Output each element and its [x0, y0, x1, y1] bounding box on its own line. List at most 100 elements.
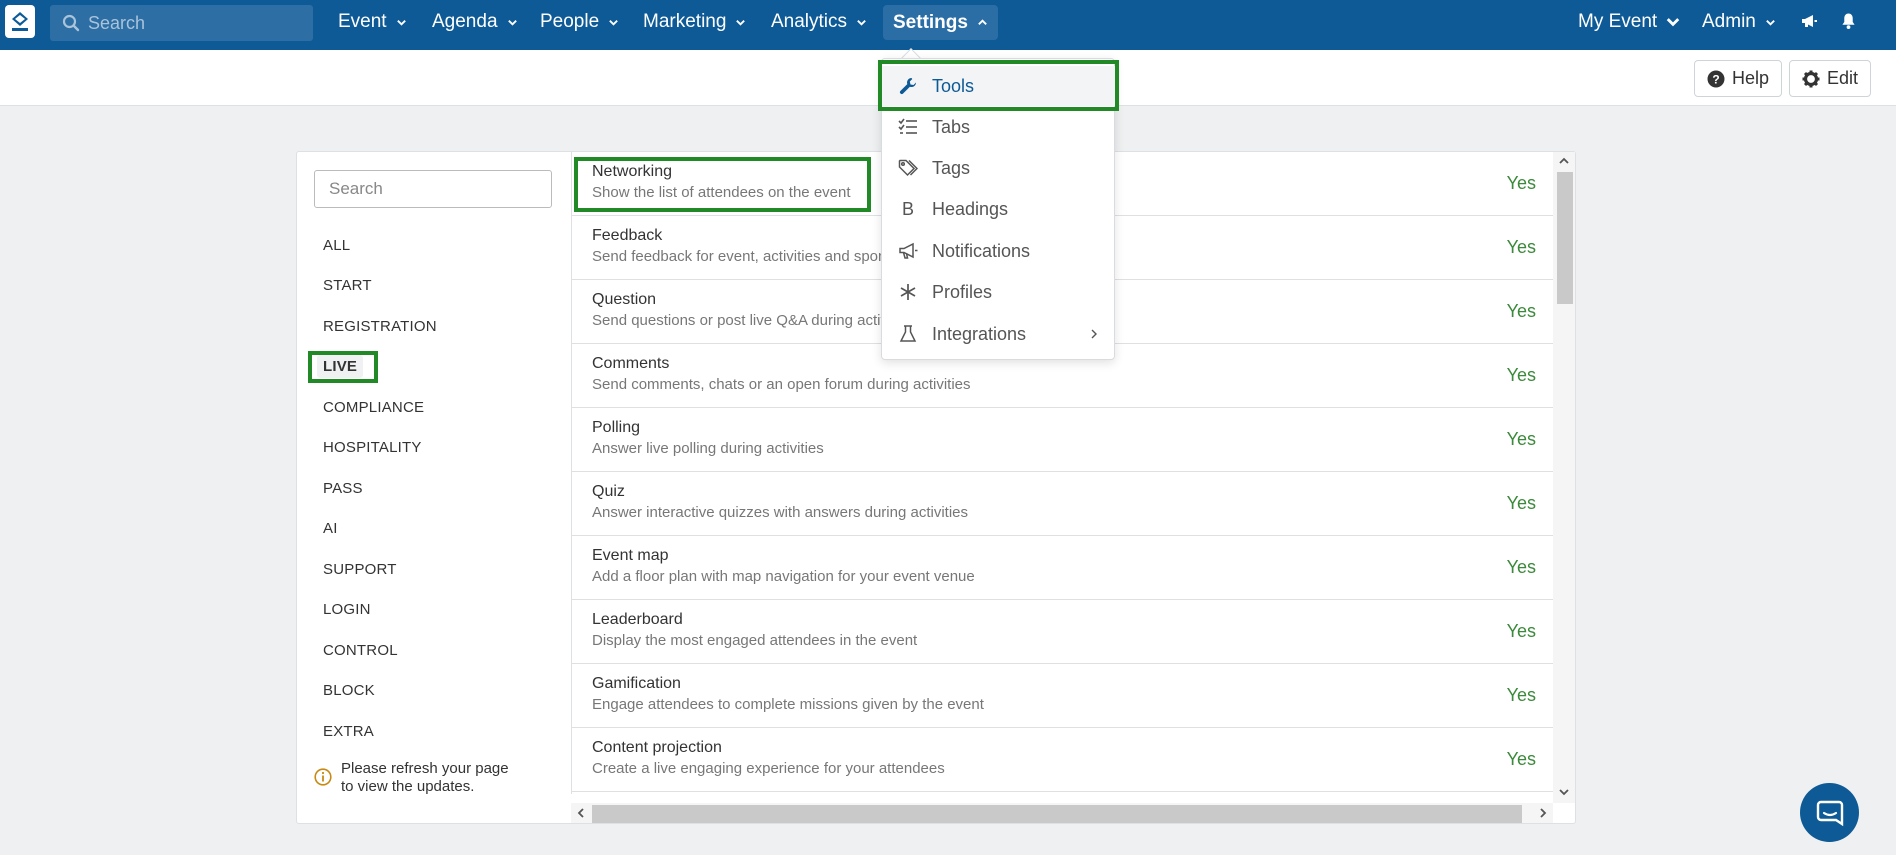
- nav-admin[interactable]: Admin: [1702, 0, 1776, 44]
- scroll-up-arrow-icon[interactable]: [1558, 155, 1570, 167]
- help-button-label: Help: [1732, 68, 1770, 88]
- menu-item-tools[interactable]: Tools: [881, 66, 1115, 106]
- category-support[interactable]: SUPPORT: [323, 561, 397, 578]
- nav-settings-label: Settings: [893, 11, 968, 33]
- feature-title: Feedback: [592, 227, 663, 244]
- nav-my-event-label: My Event: [1578, 11, 1658, 32]
- feature-desc: Answer live polling during activities: [592, 440, 824, 457]
- nav-agenda-label: Agenda: [432, 11, 498, 32]
- feature-desc: Show the list of attendees on the event: [592, 184, 851, 201]
- nav-marketing[interactable]: Marketing: [643, 0, 746, 44]
- feature-title: Networking: [592, 163, 673, 180]
- help-button[interactable]: ? Help: [1694, 60, 1783, 97]
- global-search-input[interactable]: [88, 12, 288, 34]
- chevron-down-icon: [609, 19, 618, 26]
- chevron-right-icon: [1091, 329, 1097, 339]
- nav-event-label: Event: [338, 11, 387, 32]
- asterisk-icon: [897, 281, 919, 303]
- edit-button[interactable]: Edit: [1789, 60, 1872, 97]
- menu-item-label: Tags: [932, 157, 971, 178]
- chevron-down-icon: [1766, 19, 1775, 26]
- feature-status[interactable]: Yes: [1507, 749, 1536, 770]
- app-logo[interactable]: [5, 5, 35, 38]
- nav-agenda[interactable]: Agenda: [432, 0, 518, 44]
- feature-desc: Engage attendees to complete missions gi…: [592, 696, 984, 713]
- feature-status[interactable]: Yes: [1507, 429, 1536, 450]
- scroll-left-arrow-icon[interactable]: [575, 807, 587, 819]
- vertical-scroll-thumb[interactable]: [1557, 172, 1573, 304]
- feature-status[interactable]: Yes: [1507, 557, 1536, 578]
- menu-item-label: Headings: [932, 198, 1009, 219]
- feature-desc: Add a floor plan with map navigation for…: [592, 568, 975, 585]
- category-extra[interactable]: EXTRA: [323, 723, 374, 740]
- feature-desc: Send comments, chats or an open forum du…: [592, 376, 971, 393]
- nav-analytics[interactable]: Analytics: [771, 0, 867, 44]
- logo-icon: [12, 11, 28, 31]
- feature-status[interactable]: Yes: [1507, 621, 1536, 642]
- category-hospitality[interactable]: HOSPITALITY: [323, 439, 422, 456]
- feature-row-gamification[interactable]: Gamification Engage attendees to complete…: [572, 664, 1553, 728]
- feature-desc: Display the most engaged attendees in th…: [592, 632, 918, 649]
- feature-desc: Send feedback for event, activities and …: [592, 248, 915, 265]
- chat-launcher-button[interactable]: [1800, 783, 1859, 842]
- chevron-down-icon: [396, 19, 406, 26]
- nav-settings[interactable]: Settings: [883, 5, 998, 40]
- feature-status[interactable]: Yes: [1507, 301, 1536, 322]
- feature-status[interactable]: Yes: [1507, 685, 1536, 706]
- info-circle-icon: [314, 768, 332, 786]
- nav-my-event[interactable]: My Event: [1578, 0, 1680, 44]
- category-start[interactable]: START: [323, 277, 372, 294]
- menu-item-profiles[interactable]: Profiles: [881, 272, 1115, 312]
- category-search-input[interactable]: [314, 170, 552, 208]
- feature-row-quiz[interactable]: Quiz Answer interactive quizzes with answ…: [572, 472, 1553, 536]
- menu-item-tabs[interactable]: Tabs: [881, 107, 1115, 147]
- category-control[interactable]: CONTROL: [323, 642, 398, 659]
- category-compliance[interactable]: COMPLIANCE: [323, 399, 424, 416]
- category-all[interactable]: ALL: [323, 237, 350, 254]
- wrench-icon: [897, 75, 919, 97]
- megaphone-icon[interactable]: [1800, 12, 1818, 30]
- feature-status[interactable]: Yes: [1507, 493, 1536, 514]
- feature-desc: Send questions or post live Q&A during a…: [592, 312, 915, 329]
- scroll-right-arrow-icon[interactable]: [1537, 807, 1549, 819]
- chevron-up-icon: [978, 19, 987, 25]
- nav-analytics-label: Analytics: [771, 11, 848, 32]
- feature-row-leaderboard[interactable]: Leaderboard Display the most engaged atte…: [572, 600, 1553, 664]
- category-registration[interactable]: REGISTRATION: [323, 318, 437, 335]
- feature-status[interactable]: Yes: [1507, 173, 1536, 194]
- nav-event[interactable]: Event: [338, 0, 407, 44]
- refresh-notice: Please refresh your page to view the upda…: [314, 760, 509, 796]
- feature-row-content-projection[interactable]: Content projection Create a live engaging…: [572, 728, 1553, 792]
- menu-item-integrations[interactable]: Integrations: [881, 314, 1115, 354]
- chat-icon: [1816, 800, 1843, 826]
- feature-status[interactable]: Yes: [1507, 237, 1536, 258]
- menu-item-label: Tabs: [932, 116, 971, 137]
- feature-desc: Answer interactive quizzes with answers …: [592, 504, 968, 521]
- nav-people[interactable]: People: [540, 0, 619, 44]
- horizontal-scroll-thumb[interactable]: [592, 805, 1522, 823]
- feature-row-polling[interactable]: Polling Answer live polling during activi…: [572, 408, 1553, 472]
- chevron-down-icon: [857, 19, 866, 26]
- category-block[interactable]: BLOCK: [323, 682, 375, 699]
- svg-text:B: B: [902, 199, 914, 219]
- menu-item-tags[interactable]: Tags: [881, 148, 1115, 188]
- menu-item-notifications[interactable]: Notifications: [881, 231, 1115, 271]
- scroll-down-arrow-icon[interactable]: [1558, 786, 1570, 798]
- feature-status[interactable]: Yes: [1507, 365, 1536, 386]
- category-live[interactable]: LIVE: [317, 355, 364, 378]
- category-pass[interactable]: PASS: [323, 480, 363, 497]
- category-login[interactable]: LOGIN: [323, 601, 371, 618]
- tags-icon: [897, 157, 919, 179]
- notice-line-1: Please refresh your page: [341, 760, 509, 777]
- category-ai[interactable]: AI: [323, 520, 338, 537]
- feature-title: Polling: [592, 419, 641, 436]
- global-search[interactable]: [50, 5, 313, 41]
- menu-item-headings[interactable]: B Headings: [881, 189, 1115, 229]
- menu-item-label: Tools: [932, 75, 975, 96]
- edit-button-label: Edit: [1827, 68, 1859, 88]
- bell-icon[interactable]: [1841, 12, 1856, 30]
- feature-row-event-map[interactable]: Event map Add a floor plan with map navig…: [572, 536, 1553, 600]
- menu-item-label: Notifications: [932, 240, 1031, 261]
- chevron-down-icon: [507, 19, 517, 26]
- feature-desc: Create a live engaging experience for yo…: [592, 760, 945, 777]
